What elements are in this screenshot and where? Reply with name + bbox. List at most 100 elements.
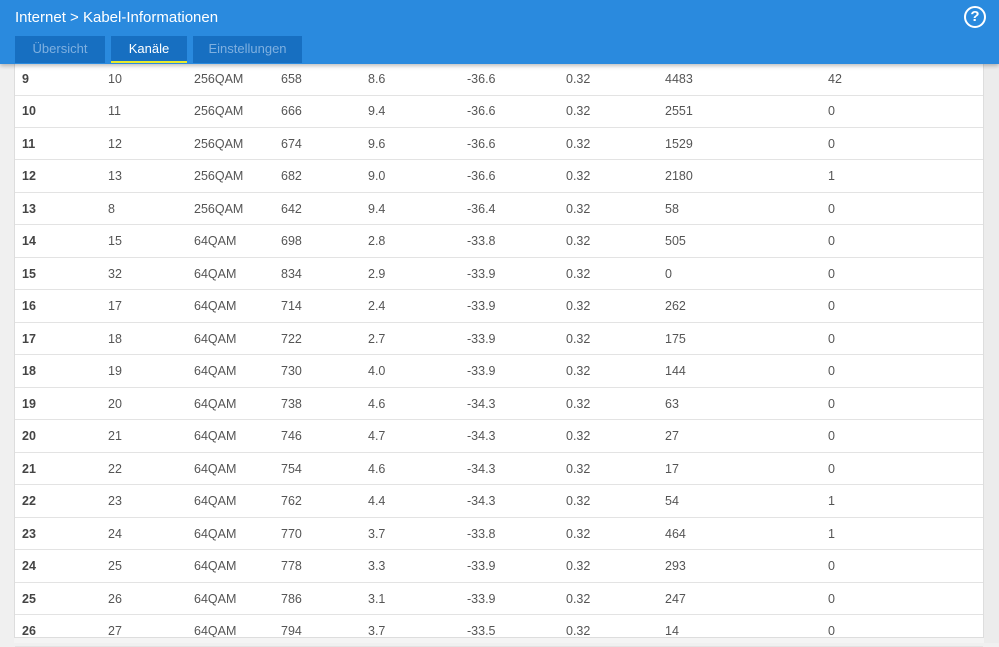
cell-frequency-channel: 24: [108, 526, 122, 541]
cell-power: -34.3: [467, 461, 496, 476]
table-row: 16 17 64QAM 714 2.4 -33.9 0.32 262 0: [15, 290, 983, 323]
cell-channel-id: 17: [22, 331, 36, 346]
cell-mse: 4.0: [368, 364, 386, 379]
cell-uncorrectable-errors: 0: [828, 331, 835, 346]
cell-channel-id: 13: [22, 201, 36, 216]
cell-latency: 0.32: [566, 526, 591, 541]
cell-modulation: 64QAM: [194, 266, 237, 281]
cell-uncorrectable-errors: 0: [828, 364, 835, 379]
cell-modulation: 64QAM: [194, 234, 237, 249]
cell-latency: 0.32: [566, 364, 591, 379]
cell-correctable-errors: 58: [665, 201, 679, 216]
cell-frequency: 762: [281, 494, 302, 509]
cell-modulation: 64QAM: [194, 461, 237, 476]
tab-uebersicht[interactable]: Übersicht: [15, 36, 105, 63]
cell-correctable-errors: 262: [665, 299, 686, 314]
cell-frequency-channel: 27: [108, 623, 122, 638]
cell-power: -33.9: [467, 299, 496, 314]
help-icon[interactable]: ?: [964, 6, 986, 28]
table-row: 14 15 64QAM 698 2.8 -33.8 0.32 505 0: [15, 225, 983, 258]
cell-uncorrectable-errors: 0: [828, 201, 835, 216]
cell-power: -34.3: [467, 429, 496, 444]
cell-channel-id: 11: [22, 136, 36, 151]
cell-power: -34.3: [467, 396, 496, 411]
cell-frequency-channel: 13: [108, 169, 122, 184]
cell-power: -33.9: [467, 591, 496, 606]
cell-frequency: 794: [281, 623, 302, 638]
cell-modulation: 64QAM: [194, 623, 237, 638]
cell-uncorrectable-errors: 0: [828, 396, 835, 411]
cell-frequency-channel: 15: [108, 234, 122, 249]
cell-uncorrectable-errors: 0: [828, 623, 835, 638]
cell-uncorrectable-errors: 1: [828, 526, 835, 541]
cell-power: -33.8: [467, 234, 496, 249]
cell-mse: 2.8: [368, 234, 386, 249]
scrollbar[interactable]: [984, 64, 999, 643]
cell-frequency: 834: [281, 266, 302, 281]
cell-mse: 3.7: [368, 526, 386, 541]
cell-channel-id: 22: [22, 494, 36, 509]
table-row: 11 12 256QAM 674 9.6 -36.6 0.32 1529 0: [15, 128, 983, 161]
cell-mse: 2.4: [368, 299, 386, 314]
cell-uncorrectable-errors: 0: [828, 136, 835, 151]
cell-channel-id: 14: [22, 234, 36, 249]
cell-frequency-channel: 22: [108, 461, 122, 476]
cell-uncorrectable-errors: 0: [828, 104, 835, 119]
cell-power: -36.6: [467, 104, 496, 119]
table-row: 20 21 64QAM 746 4.7 -34.3 0.32 27 0: [15, 420, 983, 453]
cell-latency: 0.32: [566, 201, 591, 216]
cell-uncorrectable-errors: 0: [828, 234, 835, 249]
header-bar: Internet > Kabel-Informationen ? Übersic…: [0, 0, 999, 64]
cell-frequency-channel: 18: [108, 331, 122, 346]
cell-channel-id: 24: [22, 559, 36, 574]
table-row: 19 20 64QAM 738 4.6 -34.3 0.32 63 0: [15, 388, 983, 421]
table-row: 17 18 64QAM 722 2.7 -33.9 0.32 175 0: [15, 323, 983, 356]
cell-modulation: 256QAM: [194, 72, 244, 86]
cell-correctable-errors: 63: [665, 396, 679, 411]
tab-kanaele[interactable]: Kanäle: [111, 36, 187, 63]
cell-mse: 9.4: [368, 201, 386, 216]
table-row: 21 22 64QAM 754 4.6 -34.3 0.32 17 0: [15, 453, 983, 486]
cell-channel-id: 9: [22, 72, 29, 86]
cell-modulation: 64QAM: [194, 396, 237, 411]
cell-uncorrectable-errors: 0: [828, 559, 835, 574]
cell-latency: 0.32: [566, 299, 591, 314]
cell-frequency-channel: 32: [108, 266, 122, 281]
cell-frequency-channel: 12: [108, 136, 122, 151]
cell-mse: 4.6: [368, 461, 386, 476]
cell-latency: 0.32: [566, 623, 591, 638]
cell-frequency-channel: 26: [108, 591, 122, 606]
cell-uncorrectable-errors: 0: [828, 299, 835, 314]
cell-power: -34.3: [467, 494, 496, 509]
cell-frequency: 786: [281, 591, 302, 606]
cell-power: -36.6: [467, 136, 496, 151]
cell-frequency: 746: [281, 429, 302, 444]
cell-modulation: 64QAM: [194, 299, 237, 314]
cell-frequency-channel: 11: [108, 104, 121, 119]
cell-uncorrectable-errors: 0: [828, 591, 835, 606]
tab-einstellungen[interactable]: Einstellungen: [193, 36, 302, 63]
cell-frequency-channel: 19: [108, 364, 122, 379]
cell-latency: 0.32: [566, 136, 591, 151]
breadcrumb-separator-icon: >: [70, 9, 79, 26]
cell-latency: 0.32: [566, 234, 591, 249]
cell-uncorrectable-errors: 0: [828, 429, 835, 444]
cell-frequency: 674: [281, 136, 302, 151]
cell-frequency: 730: [281, 364, 302, 379]
cell-frequency-channel: 21: [108, 429, 122, 444]
table-footer: [14, 637, 984, 643]
cell-mse: 9.6: [368, 136, 386, 151]
table-row: 25 26 64QAM 786 3.1 -33.9 0.32 247 0: [15, 583, 983, 616]
cell-mse: 2.9: [368, 266, 386, 281]
table-row: 10 11 256QAM 666 9.4 -36.6 0.32 2551 0: [15, 95, 983, 128]
cell-correctable-errors: 0: [665, 266, 672, 281]
cell-frequency-channel: 10: [108, 72, 122, 86]
cell-frequency: 770: [281, 526, 302, 541]
cell-correctable-errors: 175: [665, 331, 686, 346]
cell-modulation: 256QAM: [194, 104, 244, 119]
cell-channel-id: 21: [22, 461, 36, 476]
cell-modulation: 64QAM: [194, 429, 237, 444]
tab-bar: Übersicht Kanäle Einstellungen: [15, 36, 302, 63]
cell-latency: 0.32: [566, 104, 591, 119]
breadcrumb-internet[interactable]: Internet: [15, 9, 66, 26]
